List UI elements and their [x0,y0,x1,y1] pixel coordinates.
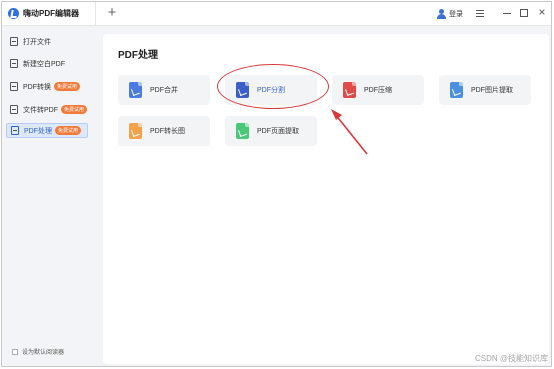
login-button[interactable]: 登录 [436,8,463,20]
maximize-button[interactable] [520,9,528,17]
pdf-process-icon [11,126,19,135]
free-trial-badge: 免费试用 [61,105,88,114]
sidebar-item-file-to-pdf[interactable]: 文件转PDF 免费试用 [6,102,88,117]
menu-icon[interactable] [476,10,484,17]
free-trial-badge: 免费试用 [55,126,82,135]
login-label: 登录 [449,11,463,18]
sidebar-item-pdf-convert[interactable]: PDF转换 免费试用 [6,79,88,94]
watermark: CSDN @技能知识库 [474,354,548,363]
default-reader-label: 设为默认阅读器 [22,350,65,356]
minimize-button[interactable] [503,13,511,14]
user-icon [436,9,446,19]
file-to-pdf-icon [10,105,18,114]
new-tab-button[interactable]: + [105,4,119,22]
pdf-convert-icon [10,82,18,91]
sidebar-item-label: PDF转换 [23,83,51,91]
open-file-icon [10,37,18,46]
pointer-arrow-icon [331,109,368,155]
free-trial-badge: 免费试用 [54,82,81,91]
main-panel: PDF处理 PDF合并 PDF分割 PDF压缩 PDF图片提取 PDF转长图 P… [103,34,549,364]
title-divider [95,2,96,26]
app-title: 嗨动PDF编辑器 [23,9,79,18]
new-pdf-icon [10,59,18,68]
app-logo-icon [8,8,19,19]
sidebar: 打开文件 新建空白PDF PDF转换 免费试用 文件转PDF 免费试用 PDF处… [2,27,95,366]
sidebar-item-label: 打开文件 [23,38,51,46]
sidebar-item-label: 文件转PDF [23,106,58,114]
sidebar-item-open-file[interactable]: 打开文件 [6,34,88,49]
sidebar-item-pdf-process[interactable]: PDF处理 免费试用 [6,123,88,138]
app-window: 嗨动PDF编辑器 + 登录 × 打开文件 新建空白PDF PDF转换 免费试用 [1,1,552,367]
close-button[interactable]: × [536,5,548,19]
sidebar-item-label: 新建空白PDF [23,60,65,68]
sidebar-item-label: PDF处理 [24,127,52,135]
sidebar-item-new-pdf[interactable]: 新建空白PDF [6,56,88,71]
default-reader-checkbox[interactable] [12,348,18,355]
title-bar: 嗨动PDF编辑器 + 登录 × [2,2,551,26]
default-reader-option[interactable]: 设为默认阅读器 [12,347,64,356]
